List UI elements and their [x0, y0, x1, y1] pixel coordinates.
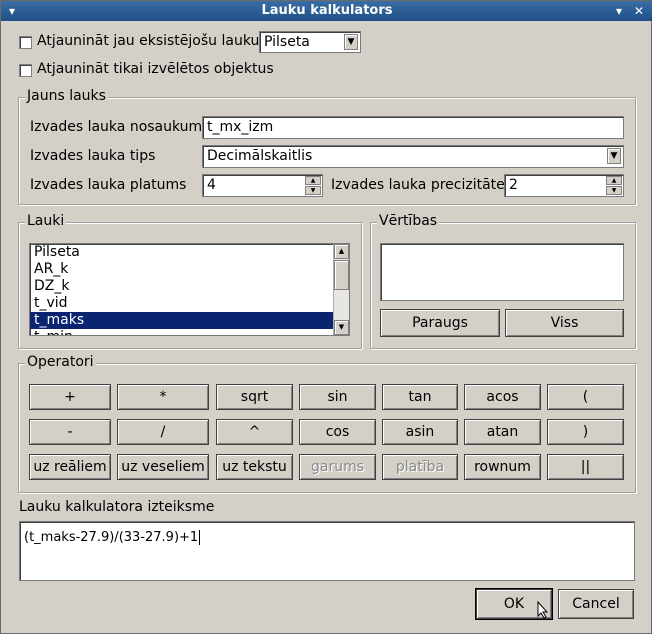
scroll-down-icon[interactable]: ▼: [334, 320, 349, 335]
all-values-button[interactable]: Viss: [505, 309, 624, 337]
operator-button[interactable]: ||: [547, 454, 624, 480]
spin-up-icon[interactable]: ▲: [305, 176, 321, 185]
fields-list-item[interactable]: Pilseta: [30, 244, 349, 261]
operator-button[interactable]: platība: [382, 454, 458, 480]
field-precision-spinbox[interactable]: 2 ▲ ▼: [504, 174, 624, 197]
update-selected-label: Atjaunināt tikai izvēlētos objektus: [37, 61, 274, 77]
operator-button[interactable]: -: [29, 419, 111, 445]
cancel-button[interactable]: Cancel: [558, 589, 634, 619]
expression-text: (t_maks-27.9)/(33-27.9)+1: [24, 530, 199, 545]
spin-down-icon[interactable]: ▼: [606, 186, 622, 195]
fields-list[interactable]: PilsetaAR_kDZ_kt_vidt_makst_min ▲ ▼: [29, 243, 350, 336]
existing-field-combo[interactable]: Pilseta ▼: [259, 31, 361, 53]
field-name-input[interactable]: t_mx_izm: [202, 116, 624, 139]
update-existing-checkbox[interactable]: [19, 36, 32, 49]
operator-button[interactable]: tan: [382, 384, 458, 410]
fields-list-item[interactable]: DZ_k: [30, 278, 349, 295]
fields-list-item[interactable]: t_vid: [30, 295, 349, 312]
spin-up-icon[interactable]: ▲: [606, 176, 622, 185]
fields-list-item[interactable]: t_min: [30, 329, 349, 335]
values-group-title: Vērtības: [377, 213, 440, 229]
operator-button[interactable]: uz veseliem: [117, 454, 209, 480]
operator-button[interactable]: asin: [382, 419, 458, 445]
new-field-group-title: Jauns lauks: [25, 88, 108, 104]
operator-button[interactable]: sin: [299, 384, 376, 410]
field-type-value: Decimālskaitlis: [207, 148, 313, 164]
field-precision-label: Izvades lauka precizitāte: [331, 177, 505, 193]
fields-list-scrollbar[interactable]: ▲ ▼: [333, 244, 349, 335]
calculator-window: ▾ Lauku kalkulators ▾ ✕ Atjaunināt jau e…: [0, 0, 652, 634]
field-type-label: Izvades lauka tips: [30, 148, 156, 164]
spin-down-icon[interactable]: ▼: [305, 186, 321, 195]
operator-button[interactable]: +: [29, 384, 111, 410]
operator-button[interactable]: uz tekstu: [216, 454, 293, 480]
fields-group-title: Lauki: [25, 213, 67, 229]
scroll-thumb[interactable]: [334, 260, 349, 290]
chevron-down-icon[interactable]: ▼: [607, 148, 621, 164]
operator-button[interactable]: rownum: [464, 454, 541, 480]
update-existing-label: Atjaunināt jau eksistējošu lauku: [37, 33, 260, 49]
field-width-label: Izvades lauka platums: [30, 177, 187, 193]
text-cursor: [199, 530, 201, 545]
expression-textarea[interactable]: (t_maks-27.9)/(33-27.9)+1: [19, 521, 635, 581]
operator-button[interactable]: ^: [216, 419, 293, 445]
expression-label: Lauku kalkulatora izteiksme: [19, 499, 215, 515]
close-icon[interactable]: ✕: [631, 3, 647, 19]
operator-button[interactable]: acos: [464, 384, 541, 410]
fields-list-item[interactable]: t_maks: [30, 312, 349, 329]
title-bar[interactable]: ▾ Lauku kalkulators ▾ ✕: [1, 1, 652, 21]
field-name-label: Izvades lauka nosaukums: [30, 119, 210, 135]
operators-group-title: Operatori: [25, 354, 96, 370]
operator-button[interactable]: garums: [299, 454, 376, 480]
operator-button[interactable]: cos: [299, 419, 376, 445]
update-selected-checkbox[interactable]: [19, 64, 32, 77]
field-precision-value: 2: [509, 177, 518, 193]
window-title: Lauku kalkulators: [261, 3, 393, 18]
width-spin-buttons[interactable]: ▲ ▼: [305, 176, 321, 196]
field-width-value: 4: [207, 177, 216, 193]
operator-button[interactable]: sqrt: [216, 384, 293, 410]
operator-button[interactable]: ): [547, 419, 624, 445]
existing-field-value: Pilseta: [264, 34, 310, 50]
operator-button[interactable]: *: [117, 384, 209, 410]
fields-list-item[interactable]: AR_k: [30, 261, 349, 278]
scroll-up-icon[interactable]: ▲: [334, 244, 349, 259]
mouse-cursor-icon: [537, 600, 549, 623]
minimize-icon[interactable]: ▾: [611, 3, 627, 19]
precision-spin-buttons[interactable]: ▲ ▼: [606, 176, 622, 196]
field-type-combo[interactable]: Decimālskaitlis ▼: [202, 145, 624, 168]
operator-button[interactable]: (: [547, 384, 624, 410]
operator-button[interactable]: /: [117, 419, 209, 445]
operator-button[interactable]: uz reāliem: [29, 454, 111, 480]
operator-button[interactable]: atan: [464, 419, 541, 445]
field-width-spinbox[interactable]: 4 ▲ ▼: [202, 174, 323, 197]
values-list[interactable]: [380, 243, 624, 301]
fields-list-items: PilsetaAR_kDZ_kt_vidt_makst_min: [30, 244, 349, 335]
chevron-down-icon[interactable]: ▼: [344, 34, 358, 50]
sample-values-button[interactable]: Paraugs: [380, 309, 500, 337]
